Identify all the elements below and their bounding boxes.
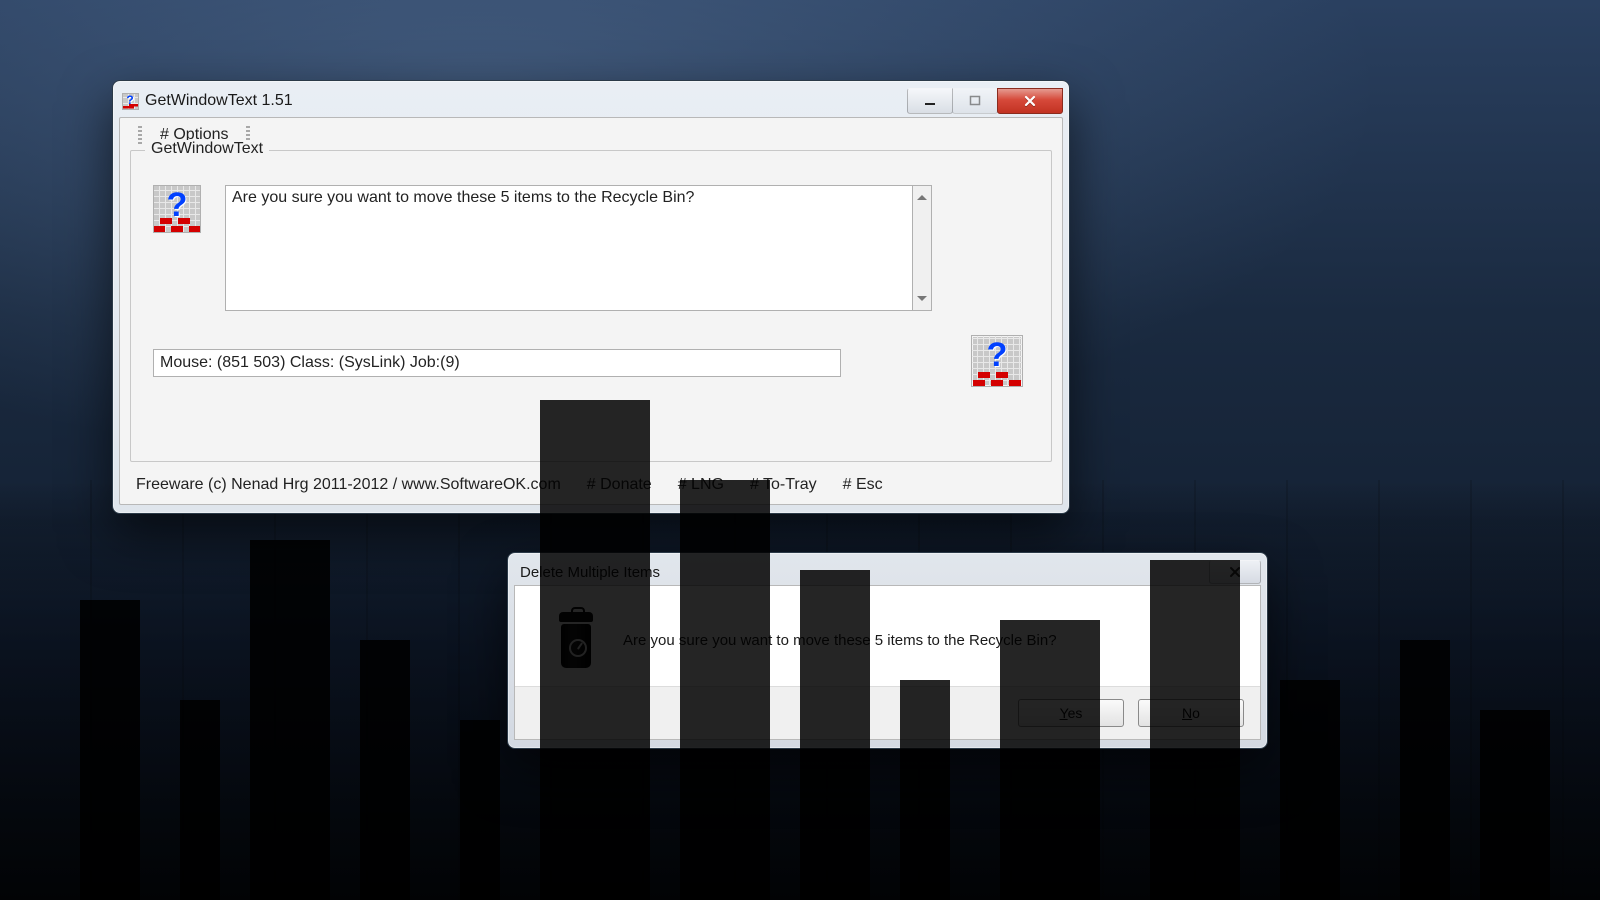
footer-donate-link[interactable]: # Donate [587,476,652,494]
getwindowtext-group: GetWindowText ? ? [130,150,1052,462]
footer-totray-link[interactable]: # To-Tray [750,476,817,494]
yes-button[interactable]: Yes [1018,699,1124,727]
status-line[interactable] [153,349,841,377]
getwindowtext-window: ? GetWindowText 1.51 # Options [112,80,1070,514]
footer-esc-link[interactable]: # Esc [843,476,883,494]
client-area: # Options GetWindowText ? [119,117,1063,505]
no-button[interactable]: No [1138,699,1244,727]
titlebar[interactable]: ? GetWindowText 1.51 [119,87,1063,115]
footer-copyright: Freeware (c) Nenad Hrg 2011-2012 / www.S… [136,476,561,494]
titlebar[interactable]: Delete Multiple Items [514,559,1261,585]
close-button[interactable] [997,88,1063,114]
delete-dialog-window: Delete Multiple Items Are you sure you w… [507,552,1268,749]
drag-target-icon[interactable]: ? [971,335,1023,387]
window-title: GetWindowText 1.51 [145,92,293,110]
dialog-message: Are you sure you want to move these 5 it… [623,632,1057,649]
minimize-button[interactable] [907,88,953,114]
group-label: GetWindowText [145,140,269,158]
footer-bar: Freeware (c) Nenad Hrg 2011-2012 / www.S… [130,462,1052,504]
captured-text-output[interactable] [225,185,913,311]
close-button[interactable] [1209,560,1261,584]
footer-lng-link[interactable]: # LNG [678,476,724,494]
recycle-bin-icon [557,612,595,668]
crosshair-icon[interactable]: ? [153,185,201,233]
app-icon: ? [121,92,139,110]
dialog-client: Are you sure you want to move these 5 it… [514,585,1261,740]
scrollbar[interactable] [913,185,932,311]
desktop-wallpaper: ? GetWindowText 1.51 # Options [0,0,1600,900]
maximize-button[interactable] [952,88,998,114]
dialog-title: Delete Multiple Items [514,564,660,581]
window-controls [908,88,1063,114]
toolbar-grip-icon [138,126,142,144]
dialog-button-row: Yes No [515,686,1260,739]
